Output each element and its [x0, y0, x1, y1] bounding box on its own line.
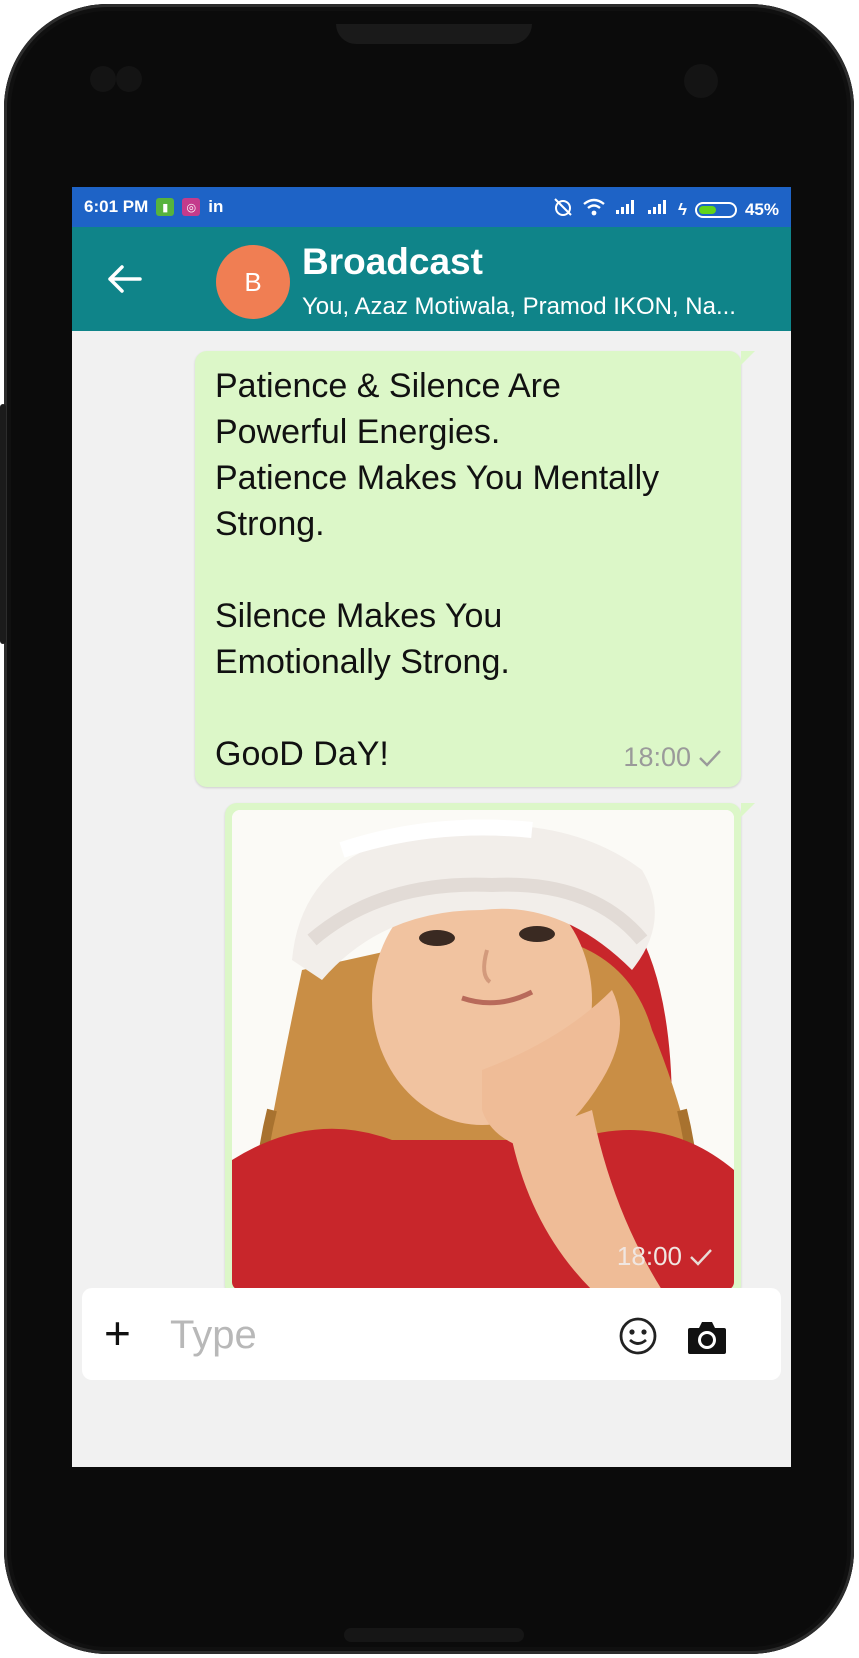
- message-input[interactable]: [168, 1306, 592, 1364]
- message-composer: +: [82, 1288, 781, 1380]
- sent-check-icon: [699, 749, 721, 767]
- front-camera: [684, 64, 718, 98]
- instagram-icon: ◎: [182, 198, 201, 216]
- chat-participants[interactable]: You, Azaz Motiwala, Pramod IKON, Na...: [302, 293, 782, 321]
- bubble-tail: [741, 803, 755, 817]
- message-time: 18:00: [616, 1241, 682, 1271]
- sensor-dot: [116, 66, 142, 92]
- emoji-icon[interactable]: [618, 1316, 658, 1356]
- linkedin-icon: in: [208, 197, 224, 216]
- battery-icon: [694, 201, 737, 218]
- wifi-icon: [582, 198, 606, 221]
- attach-plus-icon[interactable]: +: [104, 1306, 131, 1360]
- avatar[interactable]: B: [216, 245, 290, 319]
- signal-icon: [646, 199, 670, 220]
- message-text: Patience & Silence Are Powerful Energies…: [215, 367, 660, 773]
- bubble-tail: [741, 351, 755, 365]
- sent-check-icon: [690, 1248, 712, 1266]
- earpiece-speaker: [336, 24, 532, 44]
- battery-percent: 45%: [744, 199, 779, 219]
- chat-header: B Broadcast You, Azaz Motiwala, Pramod I…: [72, 227, 791, 331]
- side-button: [0, 404, 6, 644]
- camera-icon[interactable]: [686, 1318, 728, 1356]
- photo-illustration: [232, 810, 734, 1290]
- back-arrow-icon[interactable]: [102, 257, 146, 301]
- app-screen: 6:01 PM ▮ ◎ in ϟ 45% B Broadcast You, Az…: [72, 187, 791, 1467]
- status-right: ϟ 45%: [552, 197, 779, 222]
- message-list[interactable]: Patience & Silence Are Powerful Energies…: [72, 331, 791, 1351]
- message-meta: 18:00: [623, 742, 723, 773]
- outgoing-image-message[interactable]: 18:00: [225, 803, 755, 1297]
- outgoing-text-message[interactable]: Patience & Silence Are Powerful Energies…: [195, 351, 755, 787]
- charging-icon: ϟ: [677, 199, 687, 219]
- message-time: 18:00: [623, 742, 691, 772]
- photo-girl-santa-hat[interactable]: 18:00: [232, 810, 734, 1290]
- sensor-dot: [90, 66, 116, 92]
- status-left: 6:01 PM ▮ ◎ in: [84, 197, 223, 217]
- status-bar: 6:01 PM ▮ ◎ in ϟ 45%: [72, 187, 791, 227]
- message-meta: 18:00: [617, 1241, 714, 1272]
- alarm-muted-icon: [552, 197, 574, 222]
- sim-toolkit-icon: ▮: [156, 198, 175, 216]
- chat-title[interactable]: Broadcast: [302, 241, 483, 283]
- bottom-speaker: [344, 1628, 524, 1642]
- signal-icon: [614, 199, 638, 220]
- status-time: 6:01 PM: [84, 197, 149, 216]
